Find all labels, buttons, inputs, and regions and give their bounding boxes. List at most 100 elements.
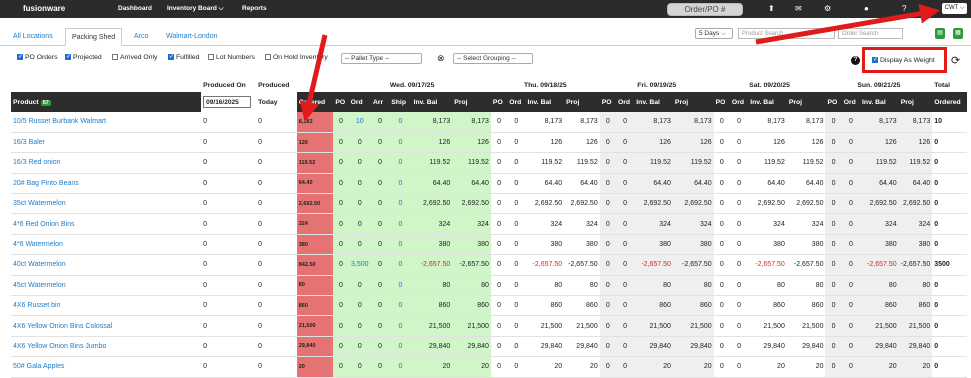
filter-po-orders[interactable]: PO Orders xyxy=(17,53,57,61)
order-search-input[interactable]: Order Search xyxy=(838,28,903,39)
product-link[interactable]: 4X6 Yellow Onion Bins Jumbo xyxy=(11,336,202,358)
table-row[interactable]: 45ct Watermelon 0 0 80 0 0 0 0 80 80 0 0 80 80 0 0 80 80 0… xyxy=(11,275,967,297)
export-icon[interactable]: ▦ xyxy=(953,28,963,39)
gear-icon[interactable]: ⚙ xyxy=(824,4,831,13)
product-link[interactable]: 40ct Watermelon xyxy=(11,254,202,276)
nav-reports[interactable]: Reports xyxy=(242,5,267,12)
product-search-input[interactable]: Product Search xyxy=(738,28,835,39)
filter-lot-numbers[interactable]: Lot Numbers xyxy=(208,54,255,61)
po-cell: 0 xyxy=(713,336,730,358)
tab-walmart-london[interactable]: Walmart-London xyxy=(166,28,218,46)
refresh-icon[interactable]: ⟳ xyxy=(951,54,960,67)
grouping-select[interactable]: -- Select Grouping -- xyxy=(453,53,533,64)
table-row[interactable]: 40ct Watermelon 0 0 842.50 0 3,500 0 0 -2,657.50… xyxy=(11,254,967,276)
table-row[interactable]: 35ct Watermelon 0 0 2,692.50 0 0 0 0 2,692.50 2,6… xyxy=(11,193,967,215)
tab-arco[interactable]: Arco xyxy=(134,28,148,46)
inv-bal-cell: 126 xyxy=(525,132,565,154)
product-link[interactable]: 45ct Watermelon xyxy=(11,275,202,297)
table-row[interactable]: 10/5 Russet Burbank Walmart 0 0 8,183 0 10 0 0 8… xyxy=(11,112,967,133)
clear-filter-icon[interactable]: ⊗ xyxy=(437,53,445,64)
checkbox-icon[interactable] xyxy=(208,54,214,60)
produced-date-input[interactable]: 09/16/2025 xyxy=(203,96,252,108)
wed-cell: 8,173 xyxy=(411,112,453,133)
col-header: Proj xyxy=(452,92,491,112)
product-link[interactable]: 35ct Watermelon xyxy=(11,193,202,215)
help-menu-icon[interactable]: ? xyxy=(902,4,906,13)
wed-cell: 0 xyxy=(333,315,349,337)
inv-bal-cell: 29,840 xyxy=(634,336,673,358)
checkbox-icon[interactable] xyxy=(872,56,878,63)
order-po-search-button[interactable]: Order/PO # xyxy=(667,3,743,16)
tab-all-locations[interactable]: All Locations xyxy=(13,28,53,46)
po-cell: 0 xyxy=(713,213,730,235)
ord-cell: 0 xyxy=(507,315,526,337)
po-cell: 0 xyxy=(713,132,730,154)
display-as-weight-toggle[interactable]: Display As Weight xyxy=(872,56,935,64)
filter-projected[interactable]: Projected xyxy=(65,53,102,61)
user-icon[interactable]: ● xyxy=(864,4,869,13)
produced-on-cell: 0 xyxy=(201,356,257,378)
table-row[interactable]: 4X6 Yellow Onion Bins Jumbo 0 0 29,840 0 0 0 0 2… xyxy=(11,336,967,358)
ord-cell: 0 xyxy=(729,112,749,133)
product-header[interactable]: Product 57 xyxy=(11,92,202,112)
product-link[interactable]: 16/3 Baler xyxy=(11,132,202,154)
app-logo[interactable]: fusionware xyxy=(23,4,65,13)
print-icon[interactable]: ▤ xyxy=(935,28,945,39)
product-link[interactable]: 16/3 Red onion xyxy=(11,152,202,174)
table-row[interactable]: 16/3 Baler 0 0 126 0 0 0 0 126 126 0 0 126 126 0 0 126 12… xyxy=(11,132,967,154)
checkbox-icon[interactable] xyxy=(17,53,23,60)
inv-bal-cell: 2,692.50 xyxy=(634,193,673,215)
product-link[interactable]: 4*6 Red Onion Bins xyxy=(11,213,202,235)
po-cell: 0 xyxy=(599,356,616,378)
days-select[interactable]: 5 Days ⌵ xyxy=(695,28,733,39)
ord-cell: 0 xyxy=(507,213,526,235)
chat-icon[interactable]: ✉ xyxy=(795,4,802,13)
table-row[interactable]: 4*6 Red Onion Bins 0 0 324 0 0 0 0 324 324 0 0 324 32… xyxy=(11,213,967,235)
wed-cell: 0 xyxy=(348,295,371,317)
checkbox-icon[interactable] xyxy=(168,53,174,60)
proj-cell: 80 xyxy=(898,275,933,297)
table-row[interactable]: 4X6 Russet bin 0 0 860 0 0 0 0 860 860 0 0 860 860 0 0 8… xyxy=(11,295,967,317)
ord-cell: 0 xyxy=(507,336,526,358)
question-icon[interactable]: ? xyxy=(851,56,860,65)
product-link[interactable]: 20# Bag Pinto Beans xyxy=(11,173,202,195)
product-link[interactable]: 50# Gala Apples xyxy=(11,356,202,378)
produced-on-cell: 0 xyxy=(201,112,257,133)
po-cell: 0 xyxy=(490,295,508,317)
po-cell: 0 xyxy=(599,193,616,215)
table-row[interactable]: 16/3 Red onion 0 0 119.52 0 0 0 0 119.52 119.52 0 0… xyxy=(11,152,967,174)
proj-cell: 29,840 xyxy=(786,336,826,358)
product-link[interactable]: 4X6 Russet bin xyxy=(11,295,202,317)
wed-cell: 0 xyxy=(389,254,412,276)
tab-packing-shed[interactable]: Packing Shed xyxy=(65,28,123,46)
product-link[interactable]: 10/5 Russet Burbank Walmart xyxy=(11,112,202,133)
checkbox-icon[interactable] xyxy=(112,54,118,60)
table-row[interactable]: 4*6 Watermelon 0 0 380 0 0 0 0 380 380 0 0 380 380 0 0 3… xyxy=(11,234,967,256)
product-link[interactable]: 4X6 Yellow Onion Bins Colossal xyxy=(11,315,202,337)
total-ordered-cell: 0 xyxy=(932,336,967,358)
unit-selector[interactable]: CWT ⌵ xyxy=(942,3,967,14)
table-row[interactable]: 20# Bag Pinto Beans 0 0 64.40 0 0 0 0 64.40 64.40… xyxy=(11,173,967,195)
ord-cell: 0 xyxy=(841,213,861,235)
col-header: Ord xyxy=(841,92,861,112)
nav-inventory-board[interactable]: Inventory Board ⌵ xyxy=(167,5,224,13)
filter-arrived-only[interactable]: Arrived Only xyxy=(112,54,157,61)
po-cell: 0 xyxy=(825,234,842,256)
proj-cell: 860 xyxy=(672,295,714,317)
table-row[interactable]: 50# Gala Apples 0 0 20 0 0 0 0 20 20 0 0 20 20 0 0 20 20 0… xyxy=(11,356,967,378)
pallet-type-select[interactable]: -- Pallet Type -- xyxy=(341,53,422,64)
inv-bal-cell: 20 xyxy=(860,356,899,378)
nav-dashboard[interactable]: Dashboard xyxy=(118,5,152,12)
proj-cell: 80 xyxy=(564,275,600,297)
wed-cell: 0 xyxy=(348,315,371,337)
checkbox-icon[interactable] xyxy=(265,54,271,60)
checkbox-icon[interactable] xyxy=(65,53,71,60)
filter-on-hold-inventory[interactable]: On Hold Inventory xyxy=(265,54,328,61)
inv-bal-cell: 29,840 xyxy=(525,336,565,358)
proj-cell: 324 xyxy=(786,213,826,235)
product-link[interactable]: 4*6 Watermelon xyxy=(11,234,202,256)
wed-cell: 126 xyxy=(411,132,453,154)
upload-icon[interactable]: ⬆ xyxy=(768,4,775,13)
filter-fulfilled[interactable]: Fulfilled xyxy=(168,53,199,61)
table-row[interactable]: 4X6 Yellow Onion Bins Colossal 0 0 21,500 0 0… xyxy=(11,315,967,337)
